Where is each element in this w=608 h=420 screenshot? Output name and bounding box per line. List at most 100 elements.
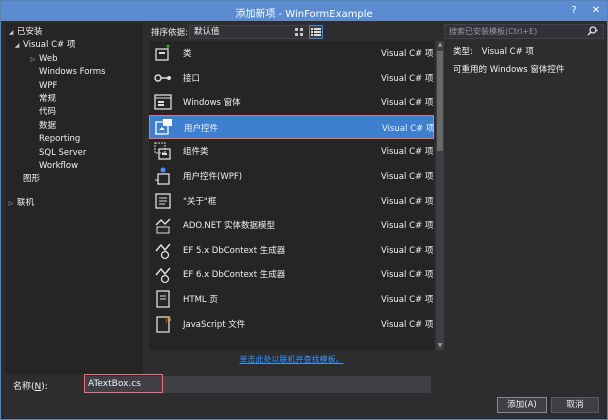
template-item-type: Visual C# 项 xyxy=(381,196,434,207)
template-item-type: Visual C# 项 xyxy=(381,319,434,330)
add-new-item-dialog: 添加新项 - WinFormExample ? ✕ ◢ 已安装 ◢ Visual C#… xyxy=(0,0,608,420)
template-list-scrollbar[interactable]: ▲ ▼ xyxy=(436,41,444,350)
dbcontext-generator-icon xyxy=(153,240,173,260)
expanded-arrow-icon[interactable]: ◢ xyxy=(7,26,15,39)
cancel-button[interactable]: 取消 xyxy=(551,397,599,413)
tree-item-label: WPF xyxy=(39,80,58,91)
template-item-name: HTML 页 xyxy=(183,295,218,305)
scroll-down-icon[interactable]: ▼ xyxy=(436,342,444,350)
window-title: 添加新项 - WinFormExample xyxy=(235,9,373,20)
javascript-file-icon: JS xyxy=(153,314,173,334)
template-item-type: Visual C# 项 xyxy=(381,49,434,59)
svg-text:JS: JS xyxy=(165,316,172,323)
collapsed-arrow-icon[interactable]: ▷ xyxy=(7,197,15,210)
template-item[interactable]: 类 Visual C# 项 xyxy=(149,41,434,65)
search-icon[interactable] xyxy=(585,25,599,38)
search-input[interactable] xyxy=(445,25,585,38)
name-label-start: 名称( xyxy=(13,382,35,392)
tree-item[interactable]: 常规 xyxy=(5,93,143,106)
template-item-name: 用户控件 xyxy=(184,123,219,134)
template-details: 类型: Visual C# 项 可重用的 Windows 窗体控件 xyxy=(449,41,605,341)
template-toolbar: 排序依据: 默认值 ▼ xyxy=(149,24,438,40)
about-box-icon xyxy=(153,191,173,211)
wpf-user-control-icon xyxy=(153,166,173,186)
tree-item-label: 代码 xyxy=(39,107,57,118)
template-item-type: Visual C# 项 xyxy=(382,123,434,134)
tree-item[interactable]: 代码 xyxy=(5,106,143,119)
tree-item[interactable]: WPF xyxy=(5,80,143,93)
tree-item[interactable]: 图形 xyxy=(5,173,143,186)
tree-item-label: 常规 xyxy=(39,94,57,104)
tree-item[interactable]: ◢ 已安装 xyxy=(5,26,143,39)
scroll-up-icon[interactable]: ▲ xyxy=(436,41,444,49)
name-label: 名称(N): xyxy=(13,379,48,392)
category-tree: ◢ 已安装 ◢ Visual C# 项 ▷ Web Windows Forms WPF 常规 代码… xyxy=(5,23,143,374)
template-item-type: Visual C# 项 xyxy=(381,73,434,84)
template-item-name: ADO.NET 实体数据模型 xyxy=(183,221,276,232)
template-item[interactable]: 用户控件 Visual C# 项 xyxy=(149,114,434,139)
tree-item-label: Web xyxy=(39,53,58,64)
tree-item-label: Workflow xyxy=(39,161,79,171)
template-item[interactable]: 组件类 Visual C# 项 xyxy=(149,139,434,163)
tree-item-label: 联机 xyxy=(17,198,35,208)
tree-item-label: 已安装 xyxy=(17,27,43,37)
scroll-thumb[interactable] xyxy=(437,51,443,151)
add-button[interactable]: 添加(A) xyxy=(497,397,547,413)
template-item-name: 类 xyxy=(183,49,192,59)
class-icon xyxy=(153,43,173,63)
template-item-name: EF 6.x DbContext 生成器 xyxy=(183,270,286,281)
expanded-arrow-icon[interactable]: ◢ xyxy=(13,39,21,52)
template-item-name: 接口 xyxy=(183,73,201,84)
collapsed-arrow-icon[interactable]: ▷ xyxy=(29,53,37,66)
detail-type-label: 类型: xyxy=(453,47,473,57)
search-box[interactable] xyxy=(444,24,604,39)
close-button[interactable]: ✕ xyxy=(589,4,603,18)
online-templates-link[interactable]: 单击此处以联机并查找模板。 xyxy=(149,354,434,365)
tree-item[interactable]: SQL Server xyxy=(5,147,143,160)
tree-item-label: Reporting xyxy=(39,134,81,145)
tree-item[interactable]: ◢ Visual C# 项 xyxy=(5,39,143,52)
grid-view-icon xyxy=(295,28,303,36)
detail-description: 可重用的 Windows 窗体控件 xyxy=(453,65,565,75)
tree-item[interactable]: ▷ 联机 xyxy=(5,197,143,210)
template-item[interactable]: JS JavaScript 文件 Visual C# 项 xyxy=(149,312,434,336)
template-item[interactable]: HTML 页 Visual C# 项 xyxy=(149,287,434,311)
tree-item[interactable]: 数据 xyxy=(5,120,143,133)
interface-icon xyxy=(153,68,173,88)
template-item[interactable]: 接口 Visual C# 项 xyxy=(149,66,434,90)
tree-item[interactable]: ▷ Web xyxy=(5,53,143,66)
list-view-button[interactable] xyxy=(309,25,323,39)
template-item[interactable]: Windows 窗体 Visual C# 项 xyxy=(149,90,434,114)
html-page-icon xyxy=(153,289,173,309)
tree-item-label: Visual C# 项 xyxy=(23,40,76,51)
template-item-name: 用户控件(WPF) xyxy=(183,172,243,182)
template-item-name: JavaScript 文件 xyxy=(183,319,246,330)
component-class-icon xyxy=(153,141,173,161)
name-highlight-box xyxy=(84,374,163,393)
tree-item[interactable]: Windows Forms xyxy=(5,66,143,79)
template-item[interactable]: EF 5.x DbContext 生成器 Visual C# 项 xyxy=(149,238,434,262)
template-item[interactable]: EF 6.x DbContext 生成器 Visual C# 项 xyxy=(149,262,434,286)
detail-type: 类型: Visual C# 项 xyxy=(453,45,534,57)
detail-type-value: Visual C# 项 xyxy=(481,47,534,57)
tree-item[interactable]: Reporting xyxy=(5,133,143,146)
template-item[interactable]: "关于"框 Visual C# 项 xyxy=(149,189,434,213)
grid-view-button[interactable] xyxy=(292,25,306,39)
help-button[interactable]: ? xyxy=(567,4,581,18)
list-view-icon xyxy=(311,28,321,36)
template-item[interactable]: 用户控件(WPF) Visual C# 项 xyxy=(149,164,434,188)
name-field[interactable] xyxy=(84,374,431,393)
template-item-type: Visual C# 项 xyxy=(381,295,434,305)
dbcontext-generator-icon xyxy=(153,264,173,284)
template-item-name: "关于"框 xyxy=(183,196,217,207)
tree-item-label: 数据 xyxy=(39,120,57,131)
template-item-type: Visual C# 项 xyxy=(381,98,434,109)
template-item[interactable]: ADO.NET 实体数据模型 Visual C# 项 xyxy=(149,213,434,237)
template-item-type: Visual C# 项 xyxy=(381,245,434,256)
tree-item[interactable]: Workflow xyxy=(5,160,143,173)
tree-item-label: 图形 xyxy=(23,174,41,185)
tree-item-label: Windows Forms xyxy=(39,67,106,78)
template-item-type: Visual C# 项 xyxy=(381,147,434,158)
title-bar: 添加新项 - WinFormExample ? ✕ xyxy=(1,1,607,21)
template-list: 类 Visual C# 项接口 Visual C# 项 Windows 窗体 Visua… xyxy=(149,41,434,350)
